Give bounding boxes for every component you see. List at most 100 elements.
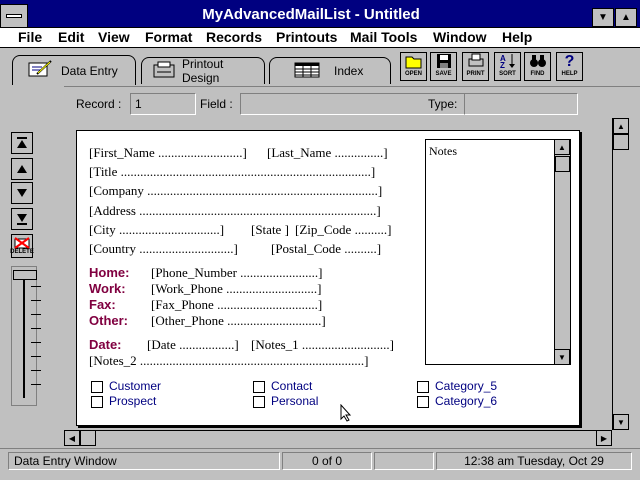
work-phone-field[interactable]: [Work_Phone ............................… bbox=[151, 281, 321, 297]
tab-index-label: Index bbox=[334, 64, 364, 78]
first-name-field[interactable]: [First_Name ..........................] bbox=[89, 145, 247, 161]
save-button[interactable]: SAVE bbox=[430, 52, 457, 81]
notes-2-field[interactable]: [Notes_2 ...............................… bbox=[89, 353, 369, 369]
other-phone-field[interactable]: [Other_Phone ...........................… bbox=[151, 313, 326, 329]
scroll-up-button[interactable]: ▲ bbox=[613, 118, 629, 134]
status-bar: Data Entry Window 0 of 0 12:38 am Tuesda… bbox=[0, 448, 640, 470]
fax-phone-label: Fax: bbox=[89, 297, 116, 312]
company-field[interactable]: [Company ...............................… bbox=[89, 183, 382, 199]
slider-thumb[interactable] bbox=[13, 270, 37, 280]
category-6-checkbox[interactable] bbox=[417, 396, 429, 408]
notes-scroll-up-button[interactable]: ▲ bbox=[554, 139, 570, 155]
scroll-left-button[interactable]: ◀ bbox=[64, 430, 80, 446]
field-info-bar: Record : 1 Field : Type: bbox=[64, 86, 640, 118]
previous-record-button[interactable] bbox=[11, 158, 33, 180]
previous-record-icon bbox=[17, 165, 27, 173]
find-button[interactable]: FIND bbox=[524, 52, 551, 81]
type-field bbox=[464, 93, 578, 115]
tab-index[interactable]: Index bbox=[269, 57, 391, 84]
horizontal-scroll-thumb[interactable] bbox=[80, 430, 96, 446]
record-navigation-panel: DELETE bbox=[0, 118, 64, 428]
tab-data-entry-label: Data Entry bbox=[61, 63, 118, 78]
title-field[interactable]: [Title .................................… bbox=[89, 164, 375, 180]
menu-view[interactable]: View bbox=[98, 29, 130, 45]
personal-checkbox-label: Personal bbox=[271, 394, 319, 408]
delete-envelope-icon bbox=[14, 237, 30, 249]
status-record-count: 0 of 0 bbox=[282, 452, 372, 470]
sort-az-icon: AZ bbox=[495, 53, 520, 71]
category-5-checkbox[interactable] bbox=[417, 381, 429, 393]
tab-data-entry[interactable]: Data Entry bbox=[12, 55, 136, 85]
fax-phone-field[interactable]: [Fax_Phone .............................… bbox=[151, 297, 322, 313]
country-field[interactable]: [Country .............................] bbox=[89, 241, 238, 257]
zip-code-field[interactable]: [Zip_Code ..........] bbox=[295, 222, 391, 238]
category-6-checkbox-label: Category_6 bbox=[435, 394, 498, 408]
binoculars-icon bbox=[525, 53, 550, 71]
maximize-button[interactable]: ▲ bbox=[615, 8, 637, 27]
tab-printout-design-label: Printout Design bbox=[182, 57, 224, 85]
menu-window[interactable]: Window bbox=[433, 29, 487, 45]
last-record-button[interactable] bbox=[11, 208, 33, 230]
prospect-checkbox-label: Prospect bbox=[109, 394, 157, 408]
notes-scrollbar[interactable]: ▲ ▼ bbox=[554, 139, 570, 365]
menu-records[interactable]: Records bbox=[206, 29, 262, 45]
date-field[interactable]: [Date .................] bbox=[147, 337, 239, 353]
first-record-button[interactable] bbox=[11, 132, 33, 154]
horizontal-scrollbar[interactable]: ◀ ▶ bbox=[64, 430, 612, 446]
personal-checkbox[interactable] bbox=[253, 396, 265, 408]
menu-edit[interactable]: Edit bbox=[58, 29, 84, 45]
last-name-field[interactable]: [Last_Name ...............] bbox=[267, 145, 388, 161]
question-icon: ? bbox=[564, 53, 575, 70]
customer-checkbox[interactable] bbox=[91, 381, 103, 393]
form-workspace: [First_Name ..........................] … bbox=[64, 118, 612, 430]
next-record-icon bbox=[17, 189, 27, 197]
arrow-up-icon: ▲ bbox=[617, 121, 625, 131]
city-field[interactable]: [City ...............................] bbox=[89, 222, 224, 238]
system-menu-button[interactable] bbox=[0, 4, 28, 28]
vertical-scrollbar[interactable]: ▲ ▼ bbox=[612, 118, 630, 430]
menu-format[interactable]: Format bbox=[145, 29, 192, 45]
state-field[interactable]: [State ] bbox=[251, 222, 289, 238]
notes-scroll-down-button[interactable]: ▼ bbox=[554, 349, 570, 365]
tab-toolbar-row: Data Entry Printout Design Index OPEN SA… bbox=[0, 48, 640, 86]
window-title: MyAdvancedMailList - Untitled bbox=[202, 6, 420, 23]
field-label: Field : bbox=[200, 97, 233, 111]
address-field[interactable]: [Address ...............................… bbox=[89, 203, 381, 219]
prospect-checkbox[interactable] bbox=[91, 396, 103, 408]
home-phone-field[interactable]: [Phone_Number ........................] bbox=[151, 265, 323, 281]
scroll-down-button[interactable]: ▼ bbox=[613, 414, 629, 430]
arrow-down-icon: ▼ bbox=[617, 417, 625, 427]
customer-checkbox-label: Customer bbox=[109, 379, 162, 393]
print-button[interactable]: PRINT bbox=[462, 52, 489, 81]
vertical-scroll-thumb[interactable] bbox=[613, 134, 629, 150]
help-button[interactable]: ? HELP bbox=[556, 52, 583, 81]
notes-1-field[interactable]: [Notes_1 ...........................] bbox=[251, 337, 394, 353]
open-button[interactable]: OPEN bbox=[400, 52, 427, 81]
notes-scroll-thumb[interactable] bbox=[555, 156, 570, 172]
last-record-icon bbox=[17, 214, 27, 225]
menu-help[interactable]: Help bbox=[502, 29, 532, 45]
delete-record-button[interactable]: DELETE bbox=[10, 234, 34, 258]
data-entry-form: [First_Name ..........................] … bbox=[76, 130, 580, 426]
record-slider[interactable] bbox=[11, 266, 51, 406]
contact-checkbox[interactable] bbox=[253, 381, 265, 393]
minimize-icon: ▼ bbox=[598, 12, 608, 23]
sort-button[interactable]: AZ SORT bbox=[494, 52, 521, 81]
date-label: Date: bbox=[89, 337, 122, 352]
folder-open-icon bbox=[401, 53, 426, 71]
notes-box[interactable]: Notes ▲ ▼ bbox=[425, 139, 571, 365]
postal-code-field[interactable]: [Postal_Code ..........] bbox=[271, 241, 381, 257]
menu-file[interactable]: File bbox=[18, 29, 42, 45]
minimize-button[interactable]: ▼ bbox=[592, 8, 614, 27]
record-label: Record : bbox=[76, 97, 122, 111]
scroll-right-button[interactable]: ▶ bbox=[596, 430, 612, 446]
menu-printouts[interactable]: Printouts bbox=[276, 29, 337, 45]
next-record-button[interactable] bbox=[11, 182, 33, 204]
menu-mail-tools[interactable]: Mail Tools bbox=[350, 29, 417, 45]
tab-printout-design[interactable]: Printout Design bbox=[141, 57, 265, 85]
record-number-field[interactable]: 1 bbox=[130, 93, 196, 115]
floppy-icon bbox=[431, 53, 456, 71]
title-bar: MyAdvancedMailList - Untitled ▼ ▲ bbox=[0, 0, 640, 28]
arrow-right-icon: ▶ bbox=[600, 433, 608, 443]
svg-text:Z: Z bbox=[500, 61, 505, 69]
